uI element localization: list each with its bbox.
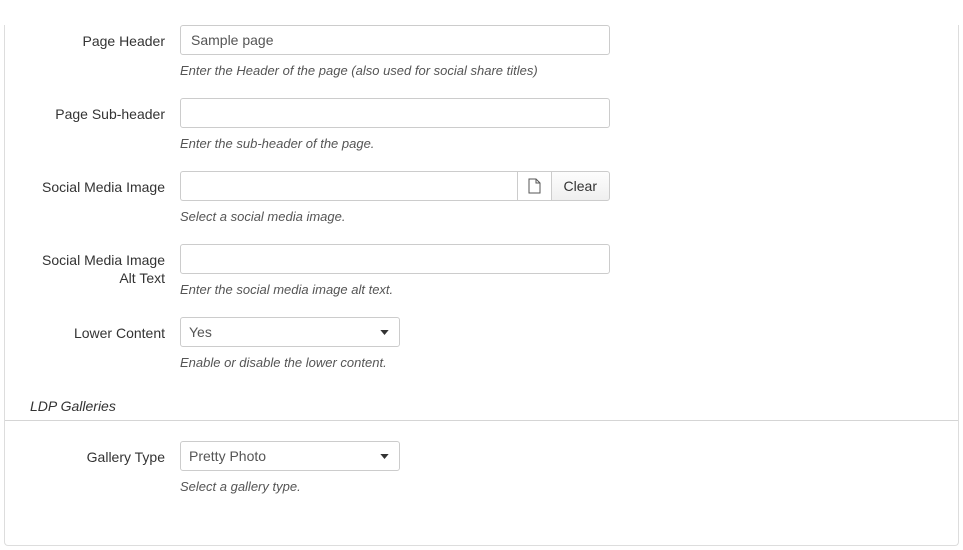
social-alt-input[interactable] (180, 244, 610, 274)
label-gallery-type: Gallery Type (25, 441, 180, 466)
label-social-image: Social Media Image (25, 171, 180, 196)
help-social-image: Select a social media image. (180, 209, 610, 224)
page-header-input[interactable] (180, 25, 610, 55)
social-image-input[interactable] (180, 171, 517, 201)
help-gallery-type: Select a gallery type. (180, 479, 610, 494)
browse-file-button[interactable] (517, 171, 551, 201)
help-social-alt: Enter the social media image alt text. (180, 282, 610, 297)
page-subheader-input[interactable] (180, 98, 610, 128)
lower-content-select[interactable]: Yes (180, 317, 400, 347)
label-social-alt: Social Media Image Alt Text (25, 244, 180, 287)
section-galleries-title: LDP Galleries (5, 398, 958, 421)
help-page-subheader: Enter the sub-header of the page. (180, 136, 610, 151)
clear-button[interactable]: Clear (551, 171, 610, 201)
label-lower-content: Lower Content (25, 317, 180, 342)
settings-panel: Page Header Enter the Header of the page… (4, 25, 959, 546)
label-page-subheader: Page Sub-header (25, 98, 180, 123)
help-lower-content: Enable or disable the lower content. (180, 355, 610, 370)
label-page-header: Page Header (25, 25, 180, 50)
row-page-subheader: Page Sub-header Enter the sub-header of … (5, 98, 958, 151)
social-image-group: Clear (180, 171, 610, 201)
row-lower-content: Lower Content Yes Enable or disable the … (5, 317, 958, 370)
row-gallery-type: Gallery Type Pretty Photo Select a galle… (5, 441, 958, 494)
gallery-type-select[interactable]: Pretty Photo (180, 441, 400, 471)
row-page-header: Page Header Enter the Header of the page… (5, 25, 958, 78)
row-social-image: Social Media Image Clear Select a social… (5, 171, 958, 224)
help-page-header: Enter the Header of the page (also used … (180, 63, 610, 78)
file-icon (528, 178, 541, 194)
row-social-alt: Social Media Image Alt Text Enter the so… (5, 244, 958, 297)
